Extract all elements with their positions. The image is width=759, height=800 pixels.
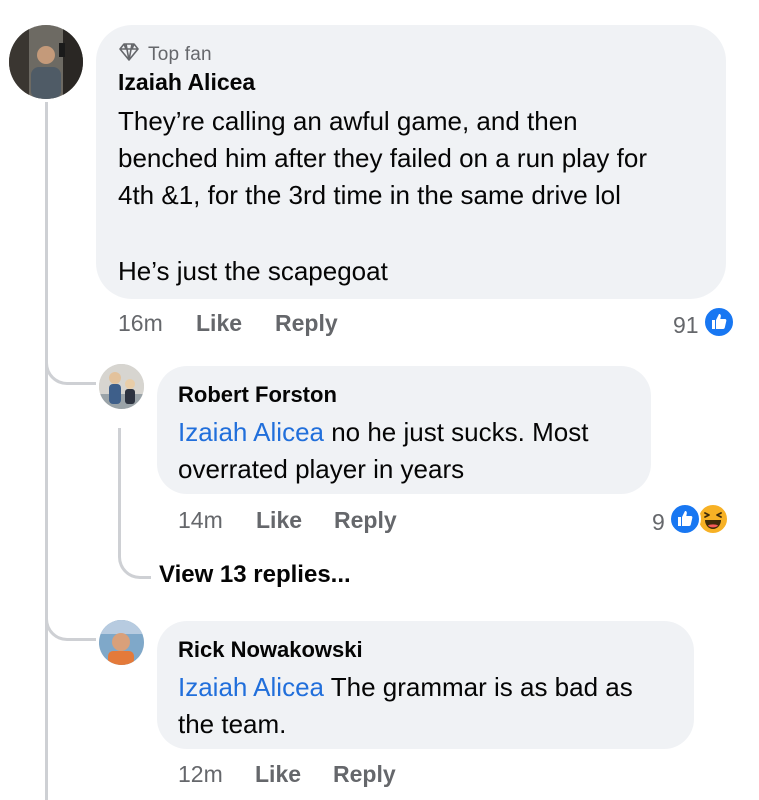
- reply-2-author[interactable]: Rick Nowakowski: [178, 637, 363, 663]
- avatar-robert-forston[interactable]: [99, 364, 144, 409]
- reply-2-like-button[interactable]: Like: [255, 761, 301, 788]
- comment-reactions[interactable]: 91: [673, 306, 735, 344]
- comment-author[interactable]: Izaiah Alicea: [118, 69, 255, 96]
- avatar-rick-nowakowski[interactable]: [99, 620, 144, 665]
- reply-1-mention[interactable]: Izaiah Alicea: [178, 417, 324, 447]
- like-icon: [668, 503, 701, 541]
- view-replies-link[interactable]: View 13 replies...: [159, 561, 351, 589]
- comment-text-line-2: benched him after they failed on a run p…: [118, 143, 647, 173]
- top-fan-badge: Top fan: [118, 42, 212, 68]
- haha-icon: [696, 503, 729, 541]
- thread-line-main: [45, 102, 48, 800]
- thread-connector-reply-2: [45, 590, 96, 641]
- reply-1-text-1: no he just sucks. Most: [323, 417, 589, 447]
- reply-1-text-line-1: Izaiah Alicea no he just sucks. Most: [178, 417, 588, 448]
- reply-2-text-1: The grammar is as bad as: [323, 672, 633, 702]
- comment-text-line-4: He’s just the scapegoat: [118, 256, 388, 286]
- reply-2-text-line-2: the team.: [178, 709, 287, 739]
- reply-2-time: 12m: [178, 761, 223, 787]
- reply-2-mention[interactable]: Izaiah Alicea: [178, 672, 324, 702]
- comment-like-button[interactable]: Like: [196, 310, 242, 337]
- comment-reply-button[interactable]: Reply: [275, 310, 338, 337]
- reply-1-text-line-2: overrated player in years: [178, 454, 465, 484]
- reaction-count: 91: [673, 311, 699, 338]
- reply-1-time: 14m: [178, 507, 223, 533]
- like-icon: [702, 306, 735, 344]
- thread-connector-view-replies: [118, 428, 151, 579]
- reply-1-reactions[interactable]: 9: [652, 503, 729, 541]
- reply-2-reply-button[interactable]: Reply: [333, 761, 396, 788]
- comment-text-line-1: They’re calling an awful game, and then: [118, 106, 578, 136]
- avatar-izaiah-alicea[interactable]: [9, 25, 83, 99]
- reply-2-text-line-1: Izaiah Alicea The grammar is as bad as: [178, 672, 633, 703]
- thread-connector-reply-1: [45, 330, 96, 385]
- reply-1-author[interactable]: Robert Forston: [178, 382, 337, 408]
- reply-1-reply-button[interactable]: Reply: [334, 507, 397, 534]
- comment-text-line-3: 4th &1, for the 3rd time in the same dri…: [118, 180, 621, 210]
- diamond-icon: [118, 42, 140, 68]
- comment-time: 16m: [118, 310, 163, 336]
- badge-label: Top fan: [148, 44, 212, 65]
- reaction-count: 9: [652, 508, 665, 535]
- reply-1-like-button[interactable]: Like: [256, 507, 302, 534]
